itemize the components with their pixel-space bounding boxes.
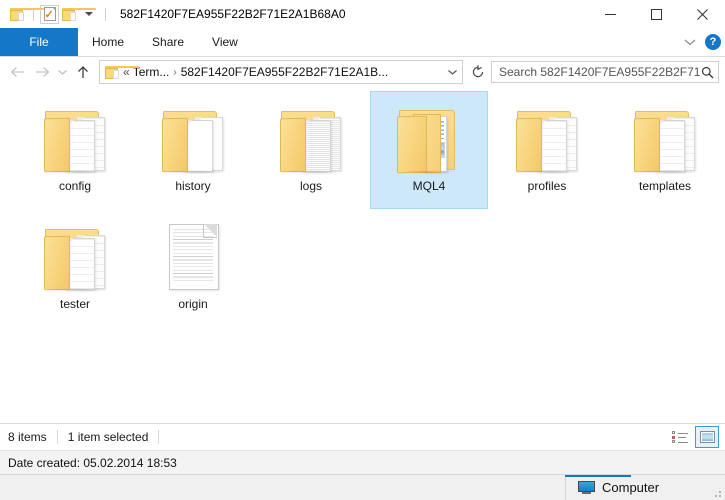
- qat-divider-2: [105, 7, 106, 21]
- list-item-label: templates: [638, 179, 692, 193]
- file-list-view[interactable]: config history logs MQL4 profiles templa…: [0, 87, 725, 423]
- forward-arrow-icon[interactable]: [30, 60, 54, 84]
- search-text[interactable]: Search 582F1420F7EA955F22B2F71E2...: [499, 65, 701, 79]
- window-controls: [587, 0, 725, 28]
- tab-share[interactable]: Share: [138, 28, 198, 56]
- status-badge: 1 item selected: [67, 430, 149, 444]
- taskbar-item-label: Computer: [602, 480, 660, 495]
- list-item[interactable]: tester: [16, 209, 134, 327]
- breadcrumb-current[interactable]: 582F1420F7EA955F22B2F71E2A1B...: [181, 65, 388, 79]
- details-view-icon: [672, 431, 688, 443]
- resize-grip[interactable]: [712, 488, 722, 498]
- status-bar: 8 items 1 item selected: [0, 423, 725, 450]
- taskbar-item-computer[interactable]: Computer: [566, 480, 659, 495]
- minimize-button[interactable]: [587, 0, 633, 28]
- folder-icon: [35, 216, 115, 292]
- taskbar-empty-area: [0, 475, 565, 500]
- folder-icon[interactable]: [7, 4, 44, 24]
- folder-icon: [35, 98, 115, 174]
- folder-icon: [389, 98, 469, 174]
- list-item-label: tester: [59, 297, 90, 311]
- list-item-label: config: [58, 179, 92, 193]
- help-button[interactable]: ?: [705, 34, 721, 50]
- list-item[interactable]: origin: [134, 209, 252, 327]
- chevron-down-icon[interactable]: [680, 32, 700, 52]
- window-title: 582F1420F7EA955F22B2F71E2A1B68A0: [120, 7, 346, 21]
- search-input[interactable]: Search 582F1420F7EA955F22B2F71E2...: [491, 61, 719, 83]
- list-item-label: history: [175, 179, 211, 193]
- view-toggle-group: [669, 424, 719, 450]
- list-item[interactable]: config: [16, 91, 134, 209]
- item-count: 8 items: [8, 430, 47, 444]
- recent-locations-icon[interactable]: [54, 60, 71, 84]
- tab-file[interactable]: File: [0, 28, 78, 56]
- tab-home[interactable]: Home: [78, 28, 138, 56]
- chevron-down-icon[interactable]: [442, 62, 462, 82]
- date-created-text: Date created: 05.02.2014 18:53: [8, 455, 177, 470]
- folder-icon: [507, 98, 587, 174]
- search-icon[interactable]: [701, 66, 714, 79]
- text-document-icon: [153, 216, 233, 292]
- breadcrumb-separator-icon[interactable]: ›: [173, 67, 176, 78]
- taskbar-active-indicator: [565, 475, 631, 477]
- title-bar: ✓ 582F1420F7EA955F22B2F71E2A1B68A0: [0, 0, 725, 28]
- folder-icon: [271, 98, 351, 174]
- status-divider-1: [56, 430, 58, 444]
- list-item-selected[interactable]: MQL4: [370, 91, 488, 209]
- list-item[interactable]: logs: [252, 91, 370, 209]
- back-arrow-icon[interactable]: [6, 60, 30, 84]
- taskbar: Computer: [0, 474, 725, 500]
- ribbon-tab-bar: File Home Share View ?: [0, 28, 725, 57]
- properties-icon[interactable]: ✓: [40, 4, 59, 24]
- tab-view[interactable]: View: [198, 28, 252, 56]
- thumbnails-view-button[interactable]: [695, 426, 719, 448]
- quick-access-toolbar: ✓: [0, 4, 112, 24]
- list-item[interactable]: templates: [606, 91, 724, 209]
- list-item[interactable]: profiles: [488, 91, 606, 209]
- details-pane: Date created: 05.02.2014 18:53: [0, 450, 725, 474]
- address-input[interactable]: « Term... › 582F1420F7EA955F22B2F71E2A1B…: [99, 60, 463, 84]
- ribbon-right-controls: ?: [680, 28, 721, 56]
- status-divider-2: [158, 430, 160, 444]
- thumbnails-view-icon: [699, 431, 715, 443]
- list-item-label: logs: [299, 179, 322, 193]
- maximize-button[interactable]: [633, 0, 679, 28]
- address-bar: « Term... › 582F1420F7EA955F22B2F71E2A1B…: [0, 57, 725, 87]
- list-item-label: origin: [178, 297, 208, 311]
- folder-icon: [153, 98, 233, 174]
- new-folder-icon[interactable]: [59, 4, 96, 24]
- explorer-window: ✓ 582F1420F7EA955F22B2F71E2A1B68A0 File …: [0, 0, 725, 500]
- monitor-icon: [578, 480, 595, 495]
- folder-icon: [625, 98, 705, 174]
- up-arrow-icon[interactable]: [71, 60, 95, 84]
- chevron-down-icon[interactable]: [79, 4, 99, 24]
- breadcrumb[interactable]: « Term... › 582F1420F7EA955F22B2F71E2A1B…: [123, 65, 388, 79]
- icon-grid: config history logs MQL4 profiles templa…: [0, 91, 725, 327]
- close-button[interactable]: [679, 0, 725, 28]
- list-item[interactable]: history: [134, 91, 252, 209]
- list-item-label: profiles: [527, 179, 567, 193]
- details-view-button[interactable]: [669, 427, 691, 447]
- list-item-label: MQL4: [412, 179, 446, 193]
- refresh-icon[interactable]: [467, 61, 489, 83]
- folder-icon: [105, 66, 139, 79]
